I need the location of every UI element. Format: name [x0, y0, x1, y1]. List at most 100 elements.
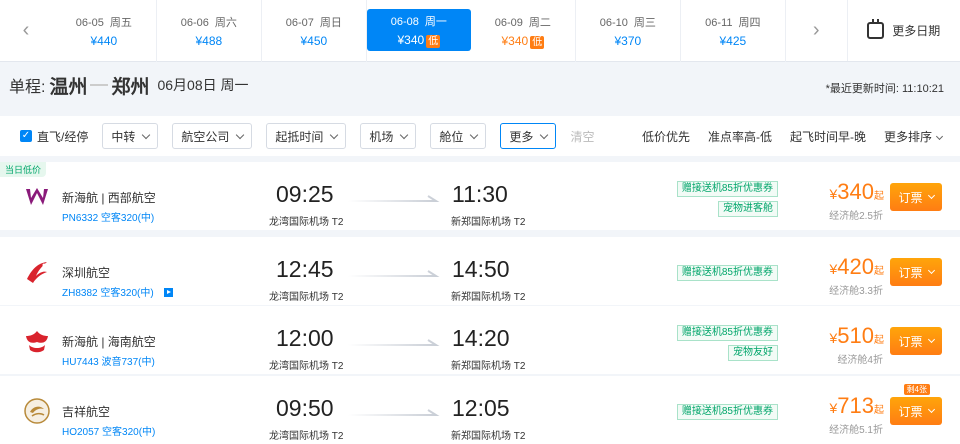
- date-option-06-10[interactable]: 06-10周三¥370: [576, 0, 681, 62]
- date-day: 06-06: [181, 17, 209, 29]
- arrival-time: 11:30: [452, 181, 508, 208]
- filter-bar: ✓ 直飞/经停 中转 航空公司 起抵时间 机场 舱位 更多 清空 低价优先 准点率高-低 起飞…: [0, 116, 960, 156]
- flight-card[interactable]: 新海航 | 海南航空HU7443 波音737(中)12:00龙湾国际机场 T21…: [0, 306, 960, 374]
- arrival-airport: 新郑国际机场 T2: [451, 427, 525, 442]
- price-from-label: 起: [874, 405, 884, 416]
- date-label: 06-07周日: [286, 14, 342, 30]
- departure-airport: 龙湾国际机场 T2: [269, 213, 343, 228]
- date-day: 06-09: [495, 17, 523, 29]
- book-button[interactable]: 订票: [890, 258, 942, 286]
- sort-option-2[interactable]: 起飞时间早-晚: [790, 128, 866, 145]
- chevron-down-icon: [236, 130, 244, 138]
- date-label: 06-06 周六: [181, 14, 237, 30]
- arrival-time: 12:05: [452, 395, 510, 422]
- arrival-time: 14:50: [452, 256, 510, 283]
- date-option-06-06[interactable]: 06-06周六¥488: [157, 0, 262, 62]
- airline-logo-icon: [24, 328, 50, 354]
- coupon-tag[interactable]: 赠接送机85折优惠券: [677, 404, 778, 420]
- flight-number[interactable]: HU7443 波音737(中): [62, 353, 155, 368]
- date-price: ¥370: [614, 34, 641, 48]
- cabin-discount: 经济舱4折: [837, 351, 883, 366]
- coupon-tag[interactable]: 宠物进客舱: [718, 201, 778, 217]
- flight-card[interactable]: 深圳航空ZH8382 空客320(中)12:45龙湾国际机场 T214:50新郑…: [0, 237, 960, 305]
- flight-path-arrow-icon: [348, 337, 440, 349]
- direct-label[interactable]: 直飞/经停: [37, 128, 88, 145]
- price-from-label: 起: [874, 266, 884, 277]
- price: ¥420起: [829, 254, 884, 280]
- low-price-tag: 低: [530, 36, 544, 49]
- cabin-discount: 经济舱3.3折: [829, 282, 883, 297]
- direct-checkbox[interactable]: ✓: [20, 130, 32, 142]
- arrival-airport: 新郑国际机场 T2: [451, 288, 525, 303]
- filter-dropdowns: 中转 航空公司 起抵时间 机场 舱位 更多: [102, 123, 570, 149]
- flight-number[interactable]: HO2057 空客320(中): [62, 423, 155, 438]
- clear-filters-button[interactable]: 清空: [570, 128, 594, 145]
- chevron-down-icon: [540, 130, 548, 138]
- flight-path-arrow-icon: [348, 193, 440, 205]
- book-button[interactable]: 订票: [890, 183, 942, 211]
- coupon-tag[interactable]: 赠接送机85折优惠券: [677, 181, 778, 197]
- date-option-06-07[interactable]: 06-07周日¥450: [262, 0, 367, 62]
- filter-dropdown-label: 中转: [111, 128, 135, 145]
- flight-card[interactable]: 当日低价新海航 | 西部航空PN6332 空客320(中)09:25龙湾国际机场…: [0, 162, 960, 230]
- date-day: 06-08: [391, 16, 419, 28]
- filter-dropdown-label: 更多: [509, 128, 533, 145]
- date-option-06-11[interactable]: 06-11周四¥425: [681, 0, 786, 62]
- coupon-tag[interactable]: 宠物友好: [728, 345, 778, 361]
- airline-name: 新海航 | 海南航空: [62, 333, 156, 350]
- book-button-label: 订票: [898, 403, 922, 420]
- filter-dropdown-label: 航空公司: [181, 128, 229, 145]
- date-option-06-05[interactable]: 06-05周五¥440: [52, 0, 157, 62]
- next-dates-arrow-icon[interactable]: ›: [786, 0, 847, 61]
- coupon-tag[interactable]: 赠接送机85折优惠券: [677, 265, 778, 281]
- coupon-tag[interactable]: 赠接送机85折优惠券: [677, 325, 778, 341]
- filter-dropdown-2[interactable]: 起抵时间: [266, 123, 346, 149]
- flight-number-text: ZH8382 空客320(中): [62, 288, 154, 299]
- filter-dropdown-0[interactable]: 中转: [102, 123, 158, 149]
- date-price-value: ¥425: [719, 34, 746, 48]
- price-value: 510: [837, 323, 874, 348]
- price-value: 713: [837, 393, 874, 418]
- cabin-discount: 经济舱2.5折: [829, 207, 883, 222]
- date-strip: ‹ 06-05周五¥44006-06周六¥48806-07周日¥45006-08…: [0, 0, 960, 62]
- book-button[interactable]: 订票: [890, 327, 942, 355]
- flight-number-text: PN6332 空客320(中): [62, 213, 154, 224]
- date-option-06-08[interactable]: 06-08周一¥340低: [367, 9, 471, 51]
- departure-time: 09:50: [276, 395, 334, 422]
- flight-card[interactable]: 吉祥航空HO2057 空客320(中)09:50龙湾国际机场 T212:05新郑…: [0, 376, 960, 444]
- date-weekday: 周五: [110, 17, 132, 29]
- cabin-discount: 经济舱5.1折: [829, 421, 883, 436]
- prev-dates-arrow-icon[interactable]: ‹: [0, 0, 52, 61]
- filter-dropdown-5[interactable]: 更多: [500, 123, 556, 149]
- chevron-down-icon: [927, 267, 934, 274]
- flight-number-text: HU7443 波音737(中): [62, 357, 155, 368]
- filter-dropdown-1[interactable]: 航空公司: [172, 123, 252, 149]
- price-value: 340: [837, 179, 874, 204]
- book-button[interactable]: 订票: [890, 397, 942, 425]
- chevron-down-icon: [927, 336, 934, 343]
- airline-name: 新海航 | 西部航空: [62, 189, 156, 206]
- filter-dropdown-label: 机场: [369, 128, 393, 145]
- more-dates-button[interactable]: 更多日期: [847, 0, 960, 61]
- chevron-down-icon: [927, 192, 934, 199]
- sort-option-3[interactable]: 更多排序: [884, 128, 942, 145]
- date-weekday: 周六: [215, 17, 237, 29]
- sort-option-0[interactable]: 低价优先: [642, 128, 690, 145]
- date-option-06-09[interactable]: 06-09 周二¥340低: [471, 0, 576, 62]
- filter-dropdown-4[interactable]: 舱位: [430, 123, 486, 149]
- flight-number[interactable]: ZH8382 空客320(中): [62, 284, 173, 299]
- airline-name: 吉祥航空: [62, 403, 110, 420]
- filter-dropdown-3[interactable]: 机场: [360, 123, 416, 149]
- date-price-value: ¥340: [501, 34, 528, 48]
- chevron-down-icon: [400, 130, 408, 138]
- price-from-label: 起: [874, 335, 884, 346]
- date-weekday: 周二: [529, 17, 551, 29]
- chevron-down-icon: [142, 130, 150, 138]
- price-from-label: 起: [874, 191, 884, 202]
- lowest-price-badge: 当日低价: [0, 162, 46, 177]
- flight-number[interactable]: PN6332 空客320(中): [62, 209, 154, 224]
- play-video-icon[interactable]: [164, 288, 173, 297]
- chevron-down-icon: [927, 406, 934, 413]
- sort-label: 低价优先: [642, 130, 690, 144]
- sort-option-1[interactable]: 准点率高-低: [708, 128, 772, 145]
